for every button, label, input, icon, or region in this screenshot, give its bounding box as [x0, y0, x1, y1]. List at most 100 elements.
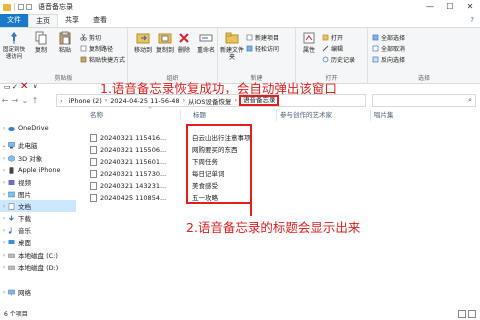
forward-arrow-icon[interactable]: →: [10, 96, 20, 105]
pin-label: 固定到快速访问: [2, 47, 25, 60]
nav-item-desktop[interactable]: › 桌面: [0, 236, 31, 248]
breadcrumb-iphone[interactable]: iPhone (2): [69, 97, 102, 105]
nav-item-label: 下载: [18, 215, 31, 223]
new-item-button[interactable]: 新建项目: [246, 32, 279, 42]
nav-item-music[interactable]: › 音乐: [0, 224, 31, 236]
invert-selection-button[interactable]: 反向选择: [372, 54, 405, 64]
table-row[interactable]: 20240321 115601...: [90, 157, 180, 167]
tab-share[interactable]: 共享: [58, 14, 86, 27]
expand-chevron-icon[interactable]: ›: [0, 155, 8, 162]
close-button[interactable]: ✕: [460, 0, 480, 14]
expand-chevron-icon[interactable]: ›: [0, 125, 8, 132]
nav-item-3d-objects[interactable]: › 3D 对象: [0, 152, 42, 164]
nav-item-local-disk-c[interactable]: › 本地磁盘 (C:): [0, 249, 58, 261]
tab-file[interactable]: 文件: [0, 14, 28, 27]
qa-doc-icon[interactable]: ▭: [4, 83, 11, 91]
open-button[interactable]: 打开: [322, 32, 343, 42]
rename-button[interactable]: 重命名: [194, 31, 218, 54]
expand-chevron-icon[interactable]: ›: [0, 239, 8, 246]
table-row[interactable]: 20240321 115506...: [90, 145, 180, 155]
expand-chevron-icon[interactable]: ›: [0, 227, 8, 234]
expand-chevron-icon[interactable]: ›: [0, 215, 8, 222]
table-row[interactable]: 20240425 110854...: [90, 193, 180, 203]
copy-to-label: 复制到: [155, 47, 174, 54]
back-arrow-icon[interactable]: ←: [0, 96, 10, 105]
tab-view[interactable]: 查看: [86, 14, 114, 27]
table-row[interactable]: 20240321 115416...: [90, 133, 180, 143]
recent-chevron-icon[interactable]: ⌄: [20, 96, 30, 105]
column-divider[interactable]: [276, 110, 277, 121]
new-folder-icon: [225, 31, 239, 45]
nav-item-label: Apple iPhone: [18, 166, 61, 174]
expand-chevron-icon[interactable]: ›: [0, 264, 8, 271]
delete-quick-icon[interactable]: ✕: [20, 81, 28, 92]
copy-button[interactable]: 复制: [28, 31, 54, 54]
music-icon: [8, 227, 15, 234]
history-label: 历史记录: [331, 56, 356, 64]
qa-check-icon[interactable]: ✓: [12, 83, 18, 91]
breadcrumb-recover[interactable]: 从iOS设备恢复: [188, 96, 232, 106]
delete-button[interactable]: 删除: [174, 31, 194, 54]
expand-chevron-icon[interactable]: ›: [0, 167, 8, 174]
expand-chevron-icon[interactable]: ›: [0, 289, 8, 296]
pin-icon: [7, 31, 21, 45]
paste-shortcut-button[interactable]: 粘贴快捷方式: [80, 54, 125, 64]
expand-chevron-icon[interactable]: ›: [0, 203, 8, 210]
nav-item-this-pc[interactable]: ⌄ 此电脑: [0, 139, 37, 151]
table-row[interactable]: 20240321 115730...: [90, 169, 180, 179]
help-icon[interactable]: ?: [470, 16, 474, 24]
table-row[interactable]: 20240321 143231...: [90, 181, 180, 191]
paste-shortcut-icon: [80, 56, 87, 63]
select-none-button[interactable]: 全部取消: [372, 43, 405, 53]
properties-quick-icon[interactable]: [18, 4, 24, 10]
paste-button[interactable]: 粘贴: [52, 31, 78, 54]
details-view-icon[interactable]: [458, 310, 466, 318]
address-row: ← → ⌄ ↑ › iPhone (2) › 2024-04-25 11-56-…: [0, 92, 480, 108]
edit-button[interactable]: 编辑: [322, 43, 343, 53]
search-input[interactable]: ⌕: [372, 94, 476, 107]
copy-path-button[interactable]: 复制路径: [80, 43, 113, 53]
nav-item-pictures[interactable]: › 图片: [0, 188, 31, 200]
pin-button[interactable]: 固定到快速访问: [1, 31, 27, 61]
nav-item-apple-iphone[interactable]: › Apple iPhone: [0, 164, 61, 176]
column-header-artist[interactable]: 参与创作的艺术家: [280, 110, 332, 121]
window-title: 语音备忘录: [38, 3, 73, 11]
nav-item-videos[interactable]: › 视频: [0, 176, 31, 188]
nav-item-documents[interactable]: › 文档: [0, 200, 76, 212]
nav-item-label: 文档: [18, 203, 31, 211]
nav-item-downloads[interactable]: › 下载: [0, 212, 31, 224]
rename-label: 重命名: [196, 47, 215, 54]
maximize-button[interactable]: ☐: [440, 0, 460, 14]
easy-access-button[interactable]: 轻松访问: [246, 43, 279, 53]
column-header-title[interactable]: 标题: [193, 110, 206, 121]
column-divider[interactable]: [180, 110, 181, 121]
expand-chevron-icon[interactable]: ›: [0, 191, 8, 198]
column-header-album[interactable]: 唱片集: [374, 110, 394, 121]
large-icons-view-icon[interactable]: [468, 310, 476, 318]
breadcrumb-date[interactable]: 2024-04-25 11-56-48: [110, 97, 179, 105]
rename-icon: [199, 31, 213, 45]
desktop-icon: [8, 239, 15, 246]
select-all-button[interactable]: 全部选择: [372, 32, 405, 42]
up-arrow-icon[interactable]: ↑: [30, 96, 40, 105]
address-bar[interactable]: › iPhone (2) › 2024-04-25 11-56-48 › 从iO…: [56, 94, 366, 107]
expand-chevron-icon[interactable]: ›: [0, 179, 8, 186]
tab-home[interactable]: 主页: [28, 14, 58, 27]
status-text: 6 个项目: [4, 311, 28, 318]
column-divider[interactable]: [370, 110, 371, 121]
collapse-chevron-icon[interactable]: ⌄: [0, 142, 8, 149]
breadcrumb-voice-memos[interactable]: 语音备忘录: [238, 95, 280, 106]
history-button[interactable]: 历史记录: [322, 54, 355, 64]
nav-item-network[interactable]: › 网络: [0, 286, 31, 298]
file-icon: [90, 182, 97, 190]
expand-chevron-icon[interactable]: ›: [0, 252, 8, 259]
nav-item-onedrive[interactable]: › OneDrive: [0, 122, 49, 134]
cut-button[interactable]: 剪切: [80, 32, 101, 42]
qa-dropdown-icon[interactable]: ∨: [33, 83, 37, 90]
properties-button[interactable]: 属性: [298, 31, 320, 54]
new-folder-button[interactable]: 新建文件夹: [220, 31, 244, 61]
new-folder-quick-icon[interactable]: [26, 4, 32, 10]
nav-item-local-disk-d[interactable]: › 本地磁盘 (D:): [0, 261, 59, 273]
minimize-button[interactable]: —: [420, 0, 440, 14]
column-header-name[interactable]: 名称: [90, 110, 103, 121]
